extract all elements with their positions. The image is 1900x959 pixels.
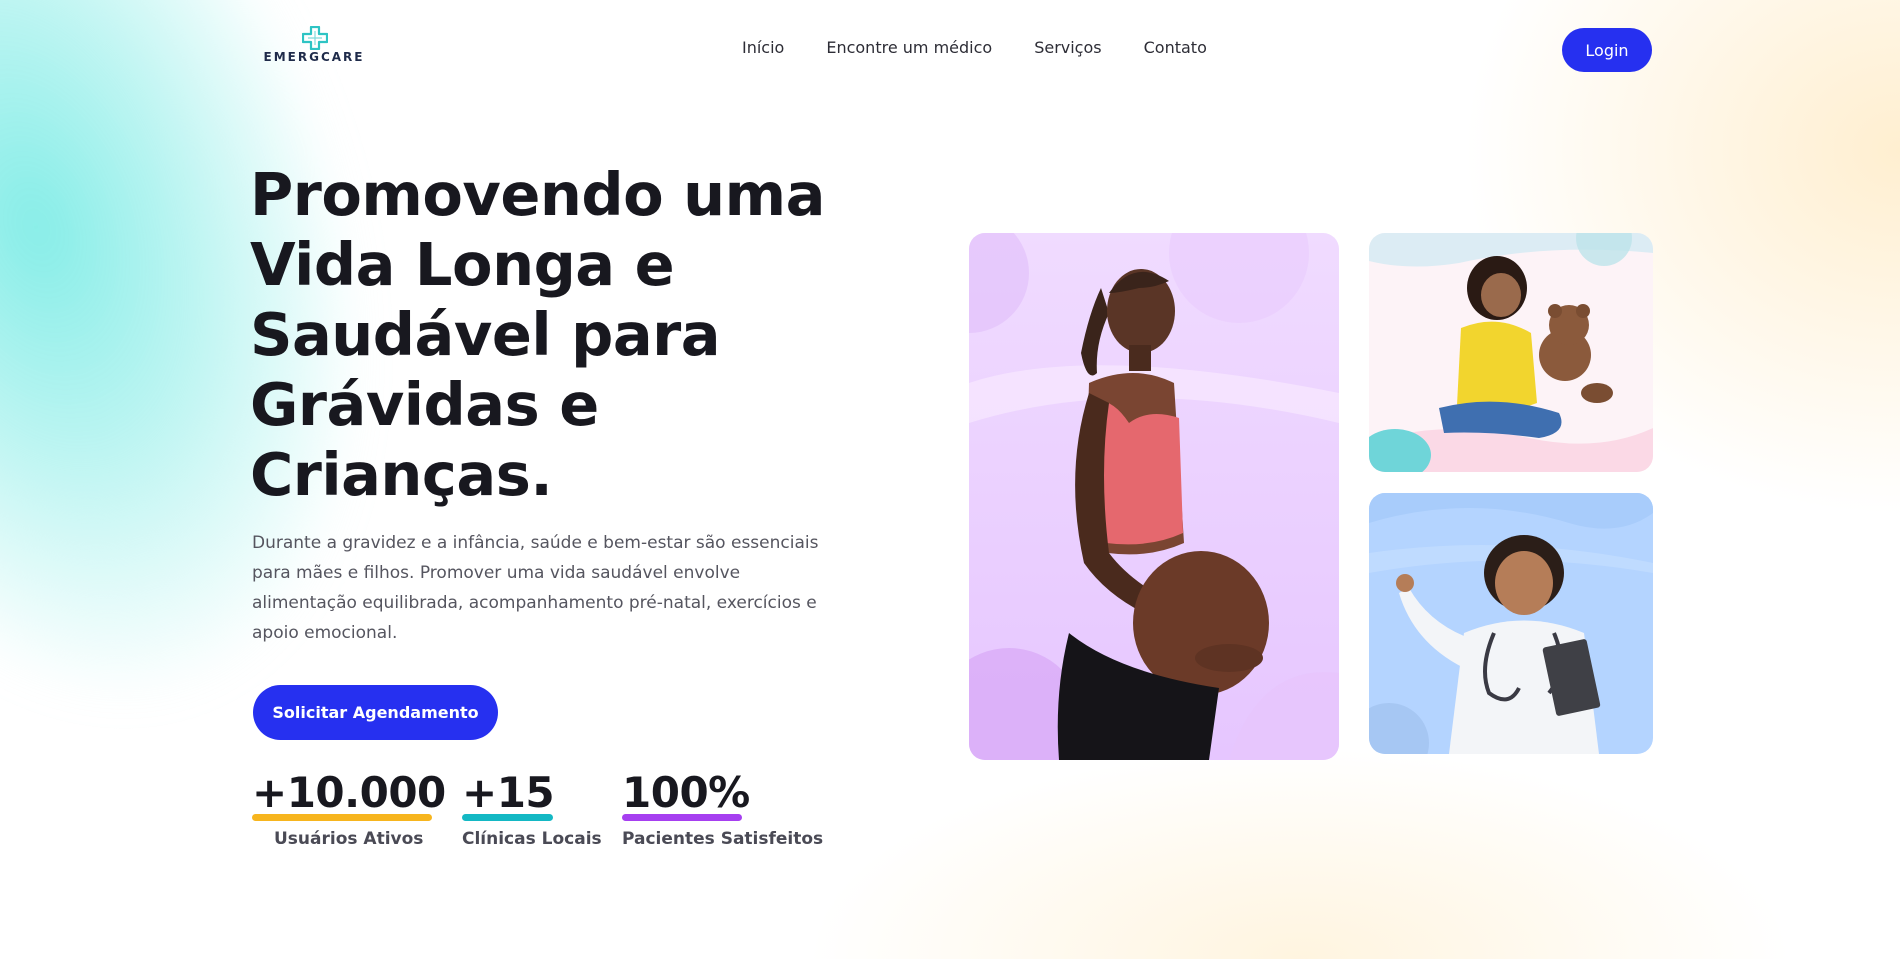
- stat-value: +15: [462, 768, 555, 817]
- child-teddy-illustration: [1369, 233, 1653, 472]
- pregnant-woman-photo: [969, 233, 1339, 760]
- stat-label: Clínicas Locais: [462, 829, 602, 849]
- stat-satisfied-patients: 100% Pacientes Satisfeitos: [622, 768, 823, 849]
- stat-value: 100%: [622, 768, 750, 817]
- stat-label: Usuários Ativos: [274, 829, 424, 849]
- child-with-teddy-bear-photo: [1369, 233, 1653, 472]
- hero-description: Durante a gravidez e a infância, saúde e…: [252, 533, 819, 643]
- brand-name: EMERGCARE: [263, 50, 365, 64]
- child-doctor-costume-photo: [1369, 493, 1653, 754]
- request-appointment-button[interactable]: Solicitar Agendamento: [253, 685, 498, 740]
- nav-item-services[interactable]: Serviços: [1034, 38, 1101, 57]
- login-button[interactable]: Login: [1562, 28, 1652, 72]
- child-doctor-illustration: [1369, 493, 1653, 754]
- stat-value: +10.000: [252, 768, 446, 817]
- nav-item-inicio[interactable]: Início: [742, 38, 784, 57]
- nav-item-find-doctor[interactable]: Encontre um médico: [826, 38, 992, 57]
- main-nav: Início Encontre um médico Serviços Conta…: [742, 38, 1207, 57]
- stat-label: Pacientes Satisfeitos: [622, 829, 824, 849]
- hero-title: Promovendo uma Vida Longa e Saudável par…: [250, 160, 825, 509]
- stat-active-users: +10.000 Usuários Ativos: [252, 768, 446, 849]
- brand-logo[interactable]: EMERGCARE: [262, 26, 366, 66]
- pregnant-woman-illustration: [969, 233, 1339, 760]
- landing-page: EMERGCARE Início Encontre um médico Serv…: [0, 0, 1900, 959]
- nav-item-contact[interactable]: Contato: [1144, 38, 1207, 57]
- medical-cross-icon: [302, 26, 328, 50]
- stat-local-clinics: +15 Clínicas Locais: [462, 768, 602, 849]
